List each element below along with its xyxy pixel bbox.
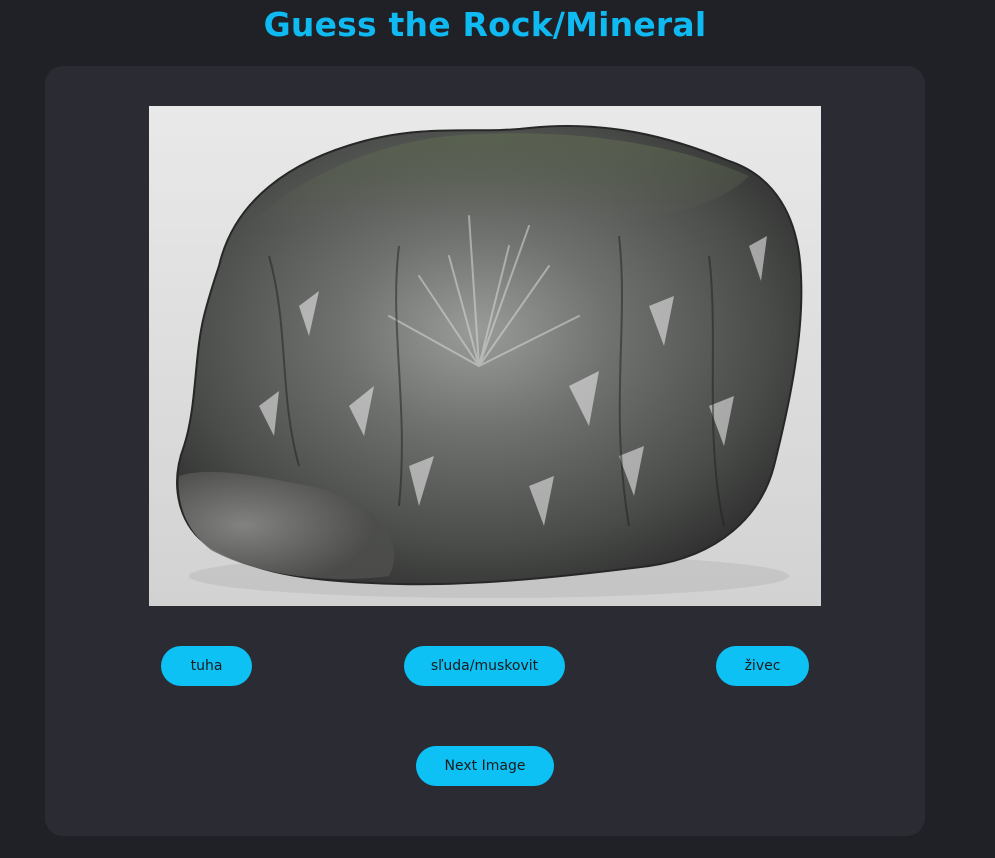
answer-option-button-3[interactable]: živec [716, 646, 809, 686]
quiz-card: tuha sľuda/muskovit živec Next Image [45, 66, 925, 836]
answer-option-button-2[interactable]: sľuda/muskovit [404, 646, 565, 686]
next-image-button[interactable]: Next Image [416, 746, 554, 786]
mineral-photo [149, 106, 821, 606]
page-title: Guess the Rock/Mineral [263, 5, 707, 44]
answer-option-button-1[interactable]: tuha [161, 646, 252, 686]
